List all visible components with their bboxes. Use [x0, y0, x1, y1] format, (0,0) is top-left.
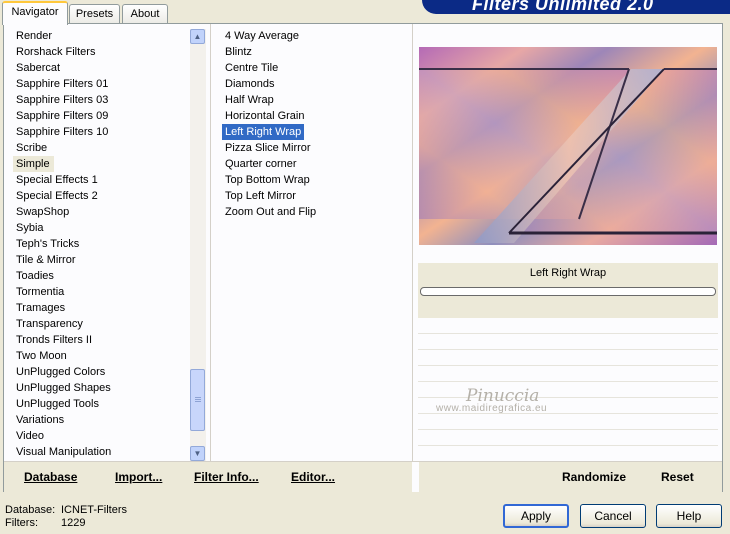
scroll-thumb[interactable]: [190, 369, 205, 431]
banner-title: Filters Unlimited 2.0: [472, 0, 654, 14]
reset-button[interactable]: Reset: [661, 470, 694, 484]
parameter-row: [418, 318, 718, 334]
category-item[interactable]: Teph's Tricks: [13, 238, 79, 250]
app-banner: Filters Unlimited 2.0: [422, 0, 730, 14]
filters-label: Filters:: [5, 517, 38, 529]
category-item[interactable]: Toadies: [13, 270, 54, 282]
scroll-up-button[interactable]: ▲: [190, 29, 205, 44]
category-scrollbar[interactable]: ▲ ▼: [190, 29, 206, 461]
grip-icon: [195, 397, 201, 403]
category-item[interactable]: SwapShop: [13, 206, 69, 218]
import-button[interactable]: Import...: [115, 470, 162, 484]
database-label: Database:: [5, 504, 56, 516]
category-item[interactable]: UnPlugged Colors: [13, 366, 105, 378]
filter-item[interactable]: Top Bottom Wrap: [222, 174, 310, 186]
category-item[interactable]: Sabercat: [13, 62, 60, 74]
filter-item[interactable]: Half Wrap: [222, 94, 274, 106]
category-item[interactable]: Rorshack Filters: [13, 46, 95, 58]
category-item[interactable]: Variations: [13, 414, 64, 426]
category-item[interactable]: Tramages: [13, 302, 65, 314]
tab-about[interactable]: About: [122, 4, 168, 23]
filter-item[interactable]: Zoom Out and Flip: [222, 206, 316, 218]
chevron-up-icon: ▲: [193, 32, 202, 41]
list-divider: [210, 24, 211, 461]
database-button[interactable]: Database: [24, 470, 77, 484]
category-item[interactable]: Video: [13, 430, 44, 442]
category-item[interactable]: Visual Manipulation: [13, 446, 111, 458]
filter-item[interactable]: Pizza Slice Mirror: [222, 142, 311, 154]
parameter-header: Left Right Wrap: [418, 263, 718, 318]
tab-presets[interactable]: Presets: [69, 4, 120, 23]
category-item[interactable]: Sapphire Filters 10: [13, 126, 108, 138]
category-item[interactable]: Transparency: [13, 318, 83, 330]
progress-bar: [420, 287, 716, 296]
bar-separator: [412, 462, 419, 492]
scroll-down-button[interactable]: ▼: [190, 446, 205, 461]
filter-item[interactable]: Quarter corner: [222, 158, 297, 170]
filter-item[interactable]: Blintz: [222, 46, 252, 58]
category-item[interactable]: UnPlugged Shapes: [13, 382, 111, 394]
list-divider: [412, 24, 413, 461]
category-item[interactable]: Special Effects 1: [13, 174, 98, 186]
category-item[interactable]: Sybia: [13, 222, 44, 234]
database-value: ICNET-Filters: [61, 504, 127, 516]
cancel-button[interactable]: Cancel: [580, 504, 646, 528]
category-item[interactable]: Sapphire Filters 09: [13, 110, 108, 122]
filters-info: Filters: 1229: [5, 517, 85, 529]
category-list[interactable]: Render Rorshack Filters Sabercat Sapphire F…: [13, 28, 185, 460]
category-item[interactable]: UnPlugged Tools: [13, 398, 99, 410]
filter-item[interactable]: Centre Tile: [222, 62, 278, 74]
category-item[interactable]: Simple: [13, 156, 54, 172]
parameter-row: [418, 366, 718, 382]
filter-list[interactable]: 4 Way Average Blintz Centre Tile Diamonds Ha…: [222, 28, 412, 220]
parameter-row: [418, 414, 718, 430]
category-item[interactable]: Render: [13, 30, 52, 42]
panel-button-bar: Database Import... Filter Info... Editor…: [4, 461, 722, 492]
filters-count: 1229: [61, 517, 86, 529]
database-info: Database: ICNET-Filters: [5, 504, 127, 516]
preview-image: [419, 47, 717, 245]
category-item[interactable]: Scribe: [13, 142, 47, 154]
filter-info-button[interactable]: Filter Info...: [194, 470, 259, 484]
preview-frame: [419, 24, 717, 245]
parameter-rows: [418, 318, 718, 461]
help-button[interactable]: Help: [656, 504, 722, 528]
parameter-row: [418, 398, 718, 414]
randomize-button[interactable]: Randomize: [562, 470, 626, 484]
apply-button[interactable]: Apply: [503, 504, 569, 528]
category-item[interactable]: Two Moon: [13, 350, 67, 362]
filter-item[interactable]: Left Right Wrap: [222, 124, 305, 140]
filter-item[interactable]: 4 Way Average: [222, 30, 299, 42]
category-item[interactable]: Tile & Mirror: [13, 254, 75, 266]
editor-button[interactable]: Editor...: [291, 470, 335, 484]
category-item[interactable]: Tronds Filters II: [13, 334, 92, 346]
parameter-row: [418, 334, 718, 350]
preview-filter-name: Left Right Wrap: [529, 267, 607, 279]
navigator-panel: Render Rorshack Filters Sabercat Sapphire F…: [3, 23, 723, 492]
chevron-down-icon: ▼: [193, 449, 202, 458]
parameter-row: [418, 382, 718, 398]
filter-item[interactable]: Horizontal Grain: [222, 110, 304, 122]
filter-item[interactable]: Diamonds: [222, 78, 275, 90]
category-item[interactable]: Sapphire Filters 01: [13, 78, 108, 90]
parameter-row: [418, 350, 718, 366]
filter-item[interactable]: Top Left Mirror: [222, 190, 296, 202]
category-item[interactable]: Sapphire Filters 03: [13, 94, 108, 106]
category-item[interactable]: Tormentia: [13, 286, 64, 298]
category-item[interactable]: Special Effects 2: [13, 190, 98, 202]
parameter-row: [418, 430, 718, 446]
tab-navigator[interactable]: Navigator: [2, 1, 68, 25]
